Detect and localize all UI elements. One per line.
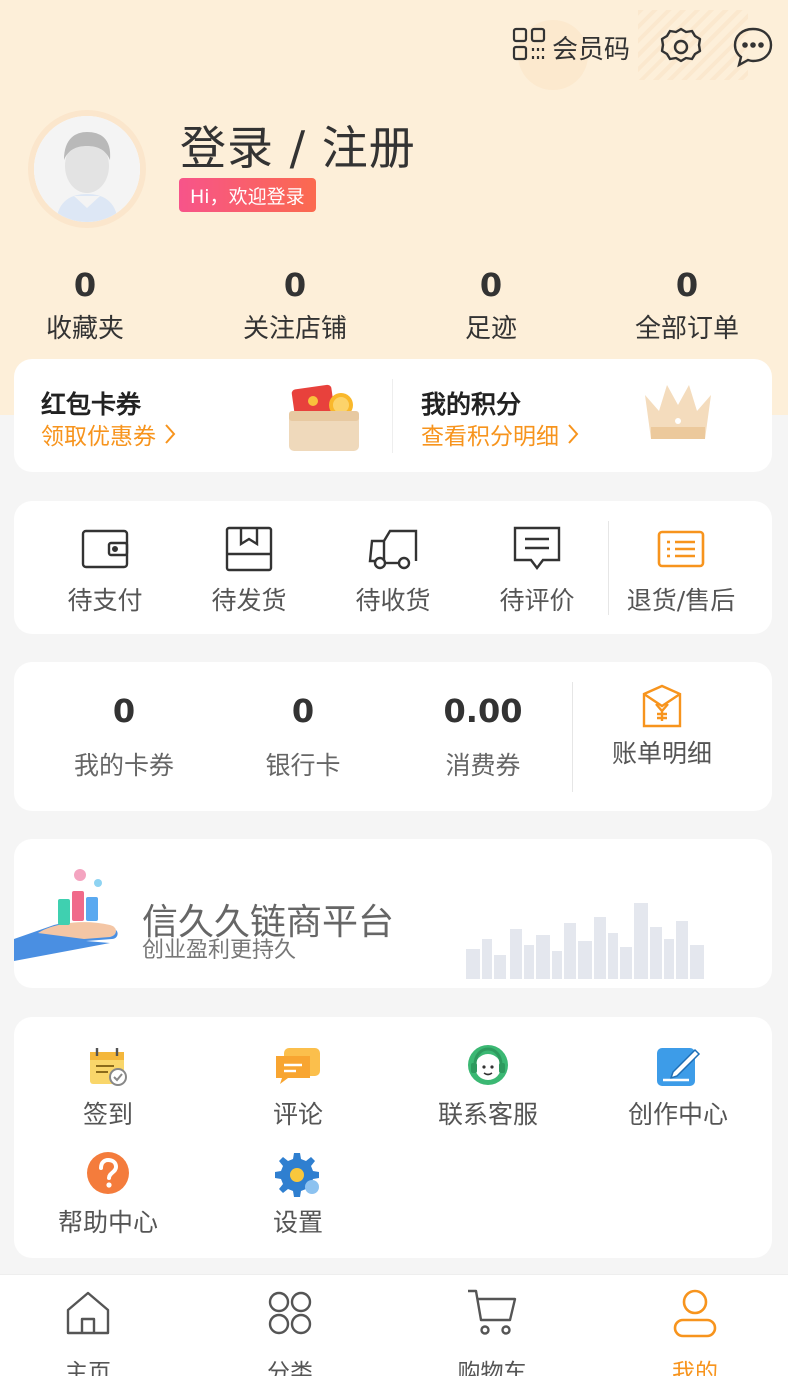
tool-help-center[interactable]: 帮助中心 bbox=[33, 1151, 183, 1239]
bill-envelope-icon bbox=[582, 684, 742, 728]
welcome-badge: Hi，欢迎登录 bbox=[179, 178, 316, 212]
wallet-bank-cards[interactable]: 0 银行卡 bbox=[223, 692, 383, 782]
login-register-link[interactable]: 登录 / 注册 bbox=[180, 112, 416, 178]
home-icon bbox=[28, 1285, 148, 1341]
bill-detail-button[interactable]: 账单明细 bbox=[582, 684, 742, 770]
review-icon bbox=[223, 1043, 373, 1089]
checkin-icon bbox=[33, 1043, 183, 1089]
orders-card: 待支付 待发货 待收货 待评价 退货/售后 bbox=[14, 501, 772, 634]
wallet-consumption-vouchers[interactable]: 0.00 消费券 bbox=[403, 692, 563, 782]
tab-category[interactable]: 分类 bbox=[230, 1285, 350, 1376]
tool-checkin[interactable]: 签到 bbox=[33, 1043, 183, 1131]
cart-icon bbox=[432, 1285, 552, 1341]
order-pending-receipt[interactable]: 待收货 bbox=[333, 523, 453, 617]
settings-gear-icon bbox=[223, 1151, 373, 1197]
stat-all-orders[interactable]: 0 全部订单 bbox=[607, 266, 767, 345]
points-title: 我的积分 bbox=[421, 390, 522, 419]
customer-service-icon bbox=[413, 1043, 563, 1089]
red-packet-title: 红包卡券 bbox=[41, 390, 142, 419]
stat-footprints[interactable]: 0 足迹 bbox=[411, 266, 571, 345]
member-code-button[interactable]: 会员码 bbox=[512, 27, 630, 68]
tools-card: 签到 评论 联系客服 创作中心 帮助中心 设置 bbox=[14, 1017, 772, 1258]
chevron-right-icon bbox=[165, 424, 176, 444]
category-icon bbox=[230, 1285, 350, 1341]
banner-subtitle: 创业盈利更持久 bbox=[142, 938, 297, 963]
coupon-points-card: 红包卡券 领取优惠券 我的积分 查看积分明细 bbox=[14, 359, 772, 472]
order-pending-payment[interactable]: 待支付 bbox=[45, 523, 165, 617]
top-bar: 会员码 bbox=[512, 26, 774, 68]
hand-phone-illustration bbox=[14, 863, 126, 967]
box-icon bbox=[189, 523, 309, 575]
user-icon bbox=[635, 1285, 755, 1341]
wallet-icon bbox=[45, 523, 165, 575]
city-skyline-illustration bbox=[466, 899, 712, 983]
settings-icon[interactable] bbox=[660, 26, 702, 68]
platform-banner[interactable]: 信久久链商平台 创业盈利更持久 bbox=[14, 839, 772, 988]
bottom-tab-bar: 主页 分类 购物车 我的 bbox=[0, 1274, 788, 1376]
wallet-my-coupons[interactable]: 0 我的卡券 bbox=[44, 692, 204, 782]
tool-settings[interactable]: 设置 bbox=[223, 1151, 373, 1239]
tab-mine[interactable]: 我的 bbox=[635, 1285, 755, 1376]
order-pending-review[interactable]: 待评价 bbox=[477, 523, 597, 617]
order-returns-aftersale[interactable]: 退货/售后 bbox=[621, 523, 741, 617]
stat-favorites[interactable]: 0 收藏夹 bbox=[5, 266, 165, 345]
crown-icon bbox=[641, 381, 715, 449]
get-coupon-link[interactable]: 领取优惠券 bbox=[41, 417, 176, 451]
order-pending-shipment[interactable]: 待发货 bbox=[189, 523, 309, 617]
qr-code-icon bbox=[512, 27, 546, 68]
tool-creator-center[interactable]: 创作中心 bbox=[603, 1043, 753, 1131]
avatar[interactable] bbox=[28, 110, 146, 228]
help-icon bbox=[33, 1151, 183, 1197]
tool-review[interactable]: 评论 bbox=[223, 1043, 373, 1131]
create-icon bbox=[603, 1043, 753, 1089]
red-packet-illustration-icon bbox=[289, 381, 361, 455]
comment-icon bbox=[477, 523, 597, 575]
tab-cart[interactable]: 购物车 bbox=[432, 1285, 552, 1376]
bill-detail-label: 账单明细 bbox=[611, 739, 712, 768]
tool-customer-service[interactable]: 联系客服 bbox=[413, 1043, 563, 1131]
tab-home[interactable]: 主页 bbox=[28, 1285, 148, 1376]
points-section[interactable]: 我的积分 查看积分明细 bbox=[393, 359, 772, 472]
wallet-card: 0 我的卡券 0 银行卡 0.00 消费券 账单明细 bbox=[14, 662, 772, 811]
truck-icon bbox=[333, 523, 453, 575]
message-icon[interactable] bbox=[732, 26, 774, 68]
stat-followed-shops[interactable]: 0 关注店铺 bbox=[215, 266, 375, 345]
list-icon bbox=[621, 523, 741, 575]
member-code-label: 会员码 bbox=[551, 34, 630, 65]
red-packet-section[interactable]: 红包卡券 领取优惠券 bbox=[14, 359, 392, 472]
points-detail-link[interactable]: 查看积分明细 bbox=[421, 417, 579, 451]
chevron-right-icon bbox=[568, 424, 579, 444]
